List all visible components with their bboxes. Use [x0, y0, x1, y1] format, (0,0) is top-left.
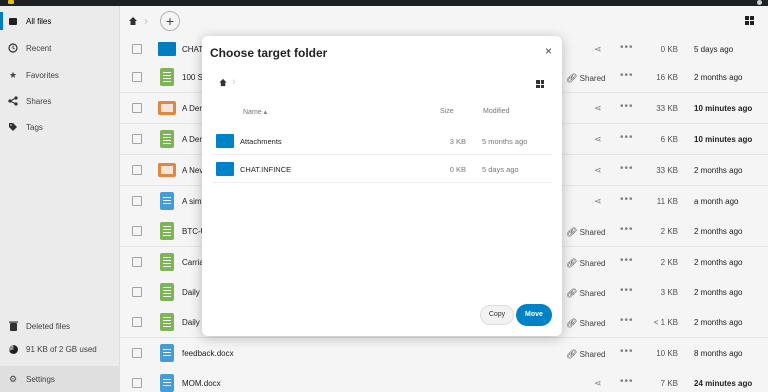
- move-button[interactable]: Move: [516, 304, 552, 326]
- grid-view-icon[interactable]: [536, 80, 544, 88]
- folder-size: 3 KB: [449, 137, 466, 146]
- folder-icon: [216, 162, 234, 176]
- column-header-size[interactable]: Size: [440, 108, 454, 115]
- folder-size: 0 KB: [449, 165, 466, 174]
- folder-icon: [216, 134, 234, 148]
- column-header-name[interactable]: Name ▴: [243, 108, 267, 116]
- move-copy-dialog: Choose target folder × › Name ▴ Size Mod…: [202, 36, 562, 336]
- folder-name: CHAT.INFINCE: [240, 165, 292, 174]
- folder-modified: 5 days ago: [482, 165, 519, 174]
- copy-button[interactable]: Copy: [480, 305, 514, 325]
- folder-row[interactable]: CHAT.INFINCE 0 KB 5 days ago: [212, 155, 552, 183]
- chevron-right-icon: ›: [232, 76, 236, 88]
- close-icon[interactable]: ×: [545, 44, 552, 58]
- home-icon[interactable]: [218, 78, 228, 87]
- folder-name: Attachments: [240, 137, 282, 146]
- dialog-title: Choose target folder: [210, 46, 328, 60]
- folder-row[interactable]: Attachments 3 KB 5 months ago: [212, 127, 552, 155]
- folder-modified: 5 months ago: [482, 137, 528, 146]
- column-header-modified[interactable]: Modified: [483, 108, 509, 115]
